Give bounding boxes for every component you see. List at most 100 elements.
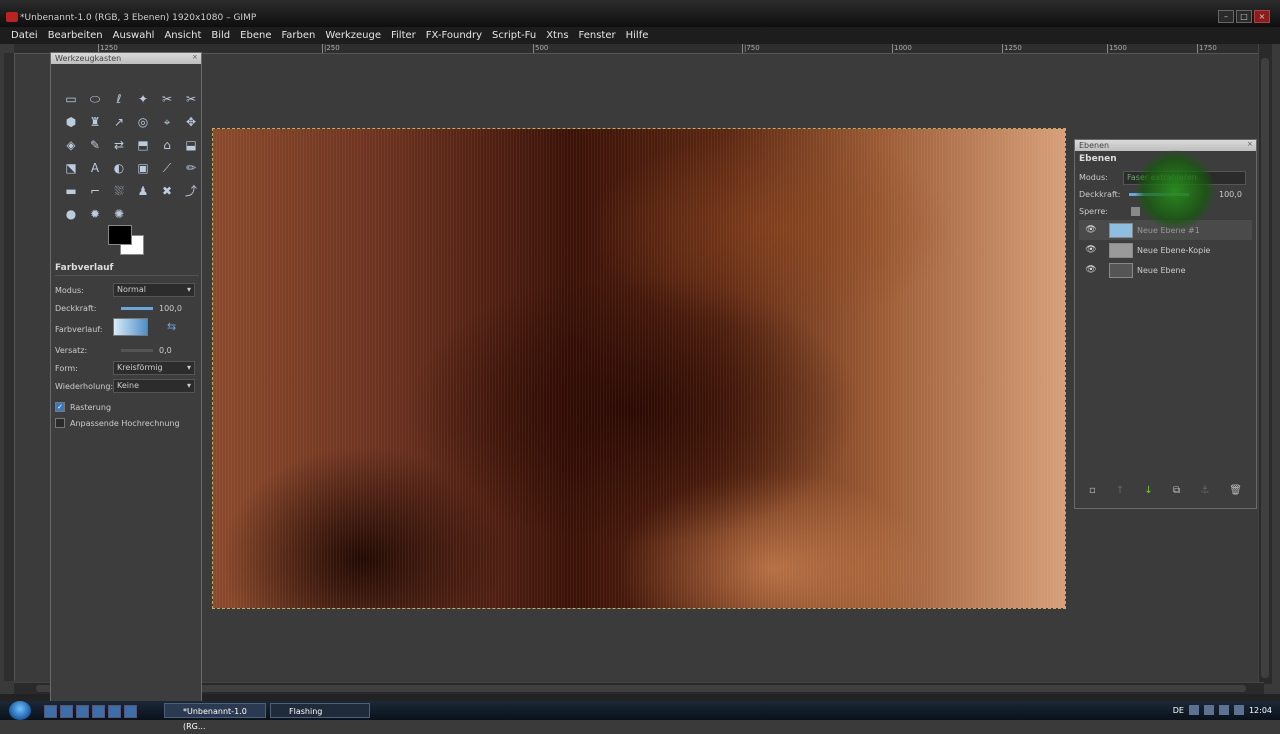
repeat-select[interactable]: Keine [113, 379, 195, 393]
menu-werkzeuge[interactable]: Werkzeuge [325, 30, 381, 41]
raise-layer-icon[interactable]: ↑ [1116, 485, 1124, 496]
scroll-thumb[interactable] [1261, 58, 1269, 678]
move-tool[interactable]: ✥ [179, 111, 203, 134]
rect-select-tool[interactable]: ▭ [59, 88, 83, 111]
close-icon[interactable]: × [1247, 141, 1254, 148]
minimize-button[interactable]: – [1218, 10, 1234, 23]
paths-tool[interactable]: ♜ [83, 111, 107, 134]
language-indicator[interactable]: DE [1173, 706, 1184, 715]
flip-tool[interactable]: ⬔ [59, 157, 83, 180]
checkbox-checked-icon[interactable]: ✓ [55, 402, 65, 412]
taskbar-item-flashing[interactable]: Flashing [270, 703, 370, 718]
rotate-tool[interactable]: ⇄ [107, 134, 131, 157]
blur-tool[interactable]: ● [59, 203, 83, 226]
lasso-tool[interactable]: ℓ [107, 88, 131, 111]
align-tool[interactable]: ◈ [59, 134, 83, 157]
eye-icon[interactable]: 👁 [1079, 245, 1103, 255]
clone-tool[interactable]: ♟ [131, 180, 155, 203]
paintbrush-tool[interactable]: ✏ [179, 157, 203, 180]
window-switch-icon[interactable] [124, 705, 137, 718]
menu-bild[interactable]: Bild [211, 30, 230, 41]
ati-icon[interactable] [1218, 705, 1229, 715]
anchor-layer-icon[interactable]: ⚓ [1200, 485, 1209, 496]
bucket-fill-tool[interactable]: ◐ [107, 157, 131, 180]
color-picker-tool[interactable]: ↗ [107, 111, 131, 134]
menu-script-fu[interactable]: Script-Fu [492, 30, 536, 41]
offset-value[interactable]: 0,0 [159, 345, 189, 356]
tray-app-icon[interactable] [1233, 705, 1244, 715]
menu-ansicht[interactable]: Ansicht [164, 30, 201, 41]
menu-auswahl[interactable]: Auswahl [113, 30, 155, 41]
start-button[interactable] [9, 701, 31, 720]
eye-icon[interactable]: 👁 [1079, 225, 1103, 235]
menu-ebene[interactable]: Ebene [240, 30, 271, 41]
opacity-value[interactable]: 100,0 [159, 303, 189, 314]
anpassende-checkbox[interactable]: Anpassende Hochrechnung [55, 415, 199, 431]
layer-opacity-slider[interactable] [1129, 193, 1189, 196]
app-icon[interactable] [108, 705, 121, 718]
shape-select[interactable]: Kreisförmig [113, 361, 195, 375]
explorer-icon[interactable] [76, 705, 89, 718]
menu-fx-foundry[interactable]: FX-Foundry [426, 30, 482, 41]
menu-datei[interactable]: Datei [11, 30, 38, 41]
layer-item[interactable]: 👁 Neue Ebene-Kopie [1079, 240, 1252, 260]
media-icon[interactable] [92, 705, 105, 718]
layer-opacity-value[interactable]: 100,0 [1219, 190, 1242, 199]
gradient-preview[interactable] [113, 318, 148, 336]
heal-tool[interactable]: ✖ [155, 180, 179, 203]
perspective-clone-tool[interactable]: ⤴ [179, 180, 203, 203]
delete-layer-icon[interactable]: 🗑 [1229, 485, 1242, 496]
vertical-scrollbar[interactable] [1258, 44, 1272, 684]
clock[interactable]: 12:04 [1249, 706, 1272, 715]
scale-tool[interactable]: ⬒ [131, 134, 155, 157]
layer-item[interactable]: 👁 Neue Ebene [1079, 260, 1252, 280]
menu-fenster[interactable]: Fenster [579, 30, 616, 41]
vertical-ruler[interactable] [4, 53, 15, 681]
duplicate-layer-icon[interactable]: ⧉ [1173, 485, 1180, 496]
layer-mode-select[interactable]: Faser extrahieren [1123, 170, 1246, 185]
scissors-tool[interactable]: ✂ [179, 88, 203, 111]
crop-tool[interactable]: ✎ [83, 134, 107, 157]
browser-icon[interactable] [60, 705, 73, 718]
text-tool[interactable]: A [83, 157, 107, 180]
layers-panel-title[interactable]: Ebenen × [1075, 140, 1256, 151]
menu-bearbeiten[interactable]: Bearbeiten [48, 30, 103, 41]
airbrush-tool[interactable]: ⌐ [83, 180, 107, 203]
menu-hilfe[interactable]: Hilfe [626, 30, 649, 41]
image-canvas[interactable] [212, 128, 1066, 609]
taskbar-item-gimp[interactable]: *Unbenannt-1.0 (RG... [164, 703, 266, 731]
ellipse-select-tool[interactable]: ⬭ [83, 88, 107, 111]
color-select-tool[interactable]: ✂ [155, 88, 179, 111]
layer-item[interactable]: 👁 Neue Ebene #1 [1079, 220, 1252, 240]
blend-tool[interactable]: ▣ [131, 157, 155, 180]
new-layer-icon[interactable]: ▫ [1089, 485, 1096, 496]
desktop-icon[interactable] [44, 705, 57, 718]
reverse-gradient-icon[interactable]: ⇆ [167, 320, 176, 333]
menu-filter[interactable]: Filter [391, 30, 416, 41]
close-button[interactable]: × [1254, 10, 1270, 23]
maximize-button[interactable]: □ [1236, 10, 1252, 23]
volume-icon[interactable] [1203, 705, 1214, 715]
menu-xtns[interactable]: Xtns [546, 30, 568, 41]
scroll-thumb[interactable] [36, 685, 1246, 692]
eye-icon[interactable]: 👁 [1079, 265, 1103, 275]
perspective-tool[interactable]: ⬓ [179, 134, 203, 157]
foreground-select-tool[interactable]: ⬢ [59, 111, 83, 134]
eraser-tool[interactable]: ▬ [59, 180, 83, 203]
modus-select[interactable]: Normal [113, 283, 195, 297]
zoom-tool[interactable]: ◎ [131, 111, 155, 134]
menu-farben[interactable]: Farben [281, 30, 315, 41]
shear-tool[interactable]: ⌂ [155, 134, 179, 157]
checkbox-icon[interactable] [55, 418, 65, 428]
offset-slider[interactable] [121, 349, 153, 352]
lower-layer-icon[interactable]: ↓ [1144, 485, 1152, 496]
foreground-color[interactable] [108, 225, 132, 245]
fuzzy-select-tool[interactable]: ✦ [131, 88, 155, 111]
measure-tool[interactable]: ⌖ [155, 111, 179, 134]
dodge-burn-tool[interactable]: ✺ [107, 203, 131, 226]
rasterung-checkbox[interactable]: ✓ Rasterung [55, 399, 199, 415]
network-icon[interactable] [1188, 705, 1199, 715]
lock-alpha-icon[interactable] [1131, 207, 1140, 216]
opacity-slider[interactable] [121, 307, 153, 310]
ink-tool[interactable]: ⛆ [107, 180, 131, 203]
